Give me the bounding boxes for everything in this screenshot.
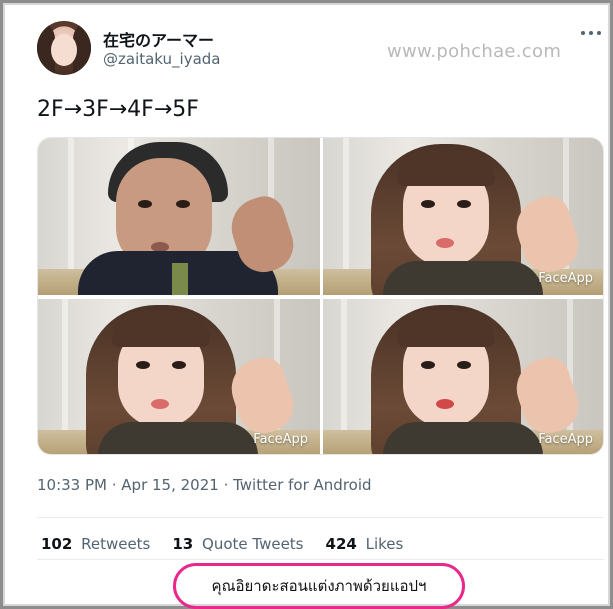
retweets-stat[interactable]: 102 Retweets [41, 535, 150, 553]
divider [37, 559, 604, 560]
avatar[interactable] [37, 21, 91, 75]
retweets-count: 102 [41, 535, 73, 553]
display-name[interactable]: 在宅のアーマー [103, 27, 214, 51]
watermark: www.pohchae.com [387, 41, 562, 62]
caption-highlight-oval: คุณอิยาดะสอนแต่งภาพด้วยแอปฯ [173, 563, 465, 609]
faceapp-label: FaceApp [538, 271, 593, 286]
divider [37, 517, 604, 518]
tweet-timestamp[interactable]: 10:33 PM · Apr 15, 2021 · Twitter for An… [37, 476, 372, 494]
screenshot-frame: 在宅のアーマー @zaitaku_iyada www.pohchae.com 2… [0, 0, 613, 609]
more-horizontal-icon [597, 31, 601, 35]
media-grid: FaceApp FaceApp FaceApp [37, 137, 604, 455]
photo-4[interactable]: FaceApp [323, 299, 603, 454]
photo-2[interactable]: FaceApp [323, 138, 603, 295]
quote-tweets-stat[interactable]: 13 Quote Tweets [172, 535, 303, 553]
more-horizontal-icon [589, 31, 593, 35]
faceapp-label: FaceApp [253, 432, 308, 447]
quote-tweets-count: 13 [172, 535, 194, 553]
photo-3[interactable]: FaceApp [38, 299, 320, 454]
caption-text: คุณอิยาดะสอนแต่งภาพด้วยแอปฯ [211, 577, 427, 595]
photo-1[interactable] [38, 138, 320, 295]
tweet-stats: 102 Retweets 13 Quote Tweets 424 Likes [41, 535, 403, 553]
more-horizontal-icon [581, 31, 585, 35]
more-options-button[interactable] [579, 25, 603, 41]
likes-stat[interactable]: 424 Likes [326, 535, 404, 553]
quote-tweets-label: Quote Tweets [202, 535, 304, 553]
likes-label: Likes [365, 535, 404, 553]
tweet-card: 在宅のアーマー @zaitaku_iyada www.pohchae.com 2… [13, 11, 606, 609]
user-handle[interactable]: @zaitaku_iyada [103, 50, 221, 68]
faceapp-label: FaceApp [538, 432, 593, 447]
likes-count: 424 [325, 535, 357, 553]
retweets-label: Retweets [81, 535, 151, 553]
avatar-face [51, 34, 77, 66]
tweet-text: 2F→3F→4F→5F [37, 97, 199, 122]
